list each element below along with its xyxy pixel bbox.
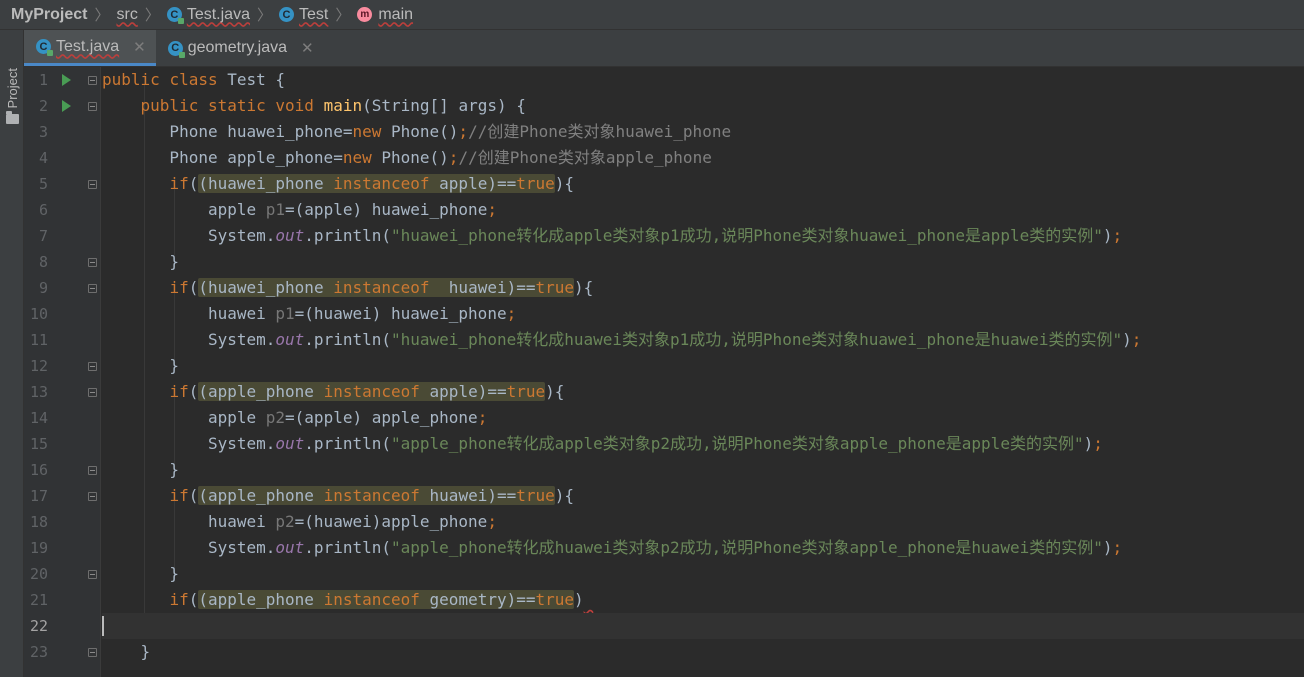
java-class-icon: C [167, 40, 185, 58]
editor-tabs: C Test.java ✕ C geometry.java ✕ [24, 30, 1304, 67]
run-icon[interactable] [62, 74, 71, 86]
fold-icon[interactable] [88, 570, 97, 579]
line-number: 11 [29, 331, 48, 349]
line-number: 20 [29, 565, 48, 583]
breadcrumb-class[interactable]: C Test [277, 6, 330, 24]
line-number: 6 [38, 201, 48, 219]
breadcrumb-class-label: Test [298, 5, 329, 23]
fold-icon[interactable] [88, 492, 97, 501]
tab-label: Test.java [56, 37, 120, 55]
code-line[interactable]: if((huawei_phone instanceof apple)==true… [102, 171, 1304, 197]
code-line[interactable]: } [102, 353, 1304, 379]
line-number: 23 [29, 643, 48, 661]
line-number: 5 [38, 175, 48, 193]
line-number: 13 [29, 383, 48, 401]
code-line[interactable]: System.out.println("apple_phone转化成apple类… [102, 431, 1304, 457]
code-line[interactable]: if((apple_phone instanceof apple)==true)… [102, 379, 1304, 405]
fold-icon[interactable] [88, 76, 97, 85]
breadcrumb-file[interactable]: C Test.java [165, 6, 252, 24]
code-line[interactable]: if((apple_phone instanceof huawei)==true… [102, 483, 1304, 509]
editor-gutter: 1 2 3 4 5 6 7 8 9 10 11 12 13 14 15 16 1… [24, 67, 101, 677]
tab-geometry-java[interactable]: C geometry.java ✕ [156, 30, 324, 66]
line-number: 17 [29, 487, 48, 505]
code-line[interactable]: } [102, 457, 1304, 483]
code-line[interactable] [102, 613, 1304, 639]
breadcrumb-method-label: main [378, 5, 414, 23]
code-line[interactable]: if((huawei_phone instanceof huawei)==tru… [102, 275, 1304, 301]
breadcrumb: MyProject 〉 src 〉 C Test.java 〉 C Test 〉… [0, 0, 1304, 30]
line-number: 3 [38, 123, 48, 141]
code-line[interactable]: Phone apple_phone=new Phone();//创建Phone类… [102, 145, 1304, 171]
line-number: 18 [29, 513, 48, 531]
code-line[interactable]: public static void main(String[] args) { [102, 93, 1304, 119]
code-line[interactable]: } [102, 561, 1304, 587]
java-class-icon: C [166, 7, 184, 24]
line-number: 1 [38, 71, 48, 89]
breadcrumb-project[interactable]: MyProject [0, 6, 89, 24]
chevron-right-icon: 〉 [144, 7, 160, 24]
line-number: 2 [38, 97, 48, 115]
tab-test-java[interactable]: C Test.java ✕ [24, 30, 156, 66]
folder-icon [5, 111, 19, 125]
project-tool-window-button[interactable]: Project [1, 68, 23, 130]
line-number: 15 [29, 435, 48, 453]
line-number-current: 22 [29, 617, 48, 635]
code-line[interactable]: } [102, 639, 1304, 665]
chevron-right-icon: 〉 [256, 7, 272, 24]
fold-icon[interactable] [88, 466, 97, 475]
code-line[interactable]: apple p2=(apple) apple_phone; [102, 405, 1304, 431]
fold-icon[interactable] [88, 362, 97, 371]
code-line[interactable]: System.out.println("apple_phone转化成huawei… [102, 535, 1304, 561]
text-caret [102, 616, 104, 636]
tab-label: geometry.java [187, 39, 288, 56]
project-tool-window-label: Project [4, 68, 20, 109]
line-number: 14 [29, 409, 48, 427]
code-line[interactable]: apple p1=(apple) huawei_phone; [102, 197, 1304, 223]
chevron-right-icon: 〉 [94, 7, 110, 24]
fold-icon[interactable] [88, 284, 97, 293]
line-number: 4 [38, 149, 48, 167]
line-number: 21 [29, 591, 48, 609]
line-number: 10 [29, 305, 48, 323]
code-line[interactable]: if((apple_phone instanceof geometry)==tr… [102, 587, 1304, 613]
code-line[interactable]: huawei p2=(huawei)apple_phone; [102, 509, 1304, 535]
method-icon: m [357, 7, 373, 22]
tool-window-strip: Project [0, 30, 24, 677]
breadcrumb-src[interactable]: src [114, 6, 139, 24]
code-line[interactable]: System.out.println("huawei_phone转化成apple… [102, 223, 1304, 249]
breadcrumb-src-label: src [116, 5, 138, 23]
line-number: 19 [29, 539, 48, 557]
code-line[interactable]: } [102, 249, 1304, 275]
line-number: 16 [29, 461, 48, 479]
chevron-right-icon: 〉 [335, 7, 351, 24]
line-number: 9 [38, 279, 48, 297]
code-line[interactable]: Phone huawei_phone=new Phone();//创建Phone… [102, 119, 1304, 145]
breadcrumb-file-label: Test.java [186, 5, 250, 23]
line-number: 7 [38, 227, 48, 245]
run-icon[interactable] [62, 100, 71, 112]
fold-icon[interactable] [88, 648, 97, 657]
close-icon[interactable]: ✕ [297, 39, 318, 57]
code-line[interactable]: System.out.println("huawei_phone转化成huawe… [102, 327, 1304, 353]
code-line[interactable]: huawei p1=(huawei) huawei_phone; [102, 301, 1304, 327]
fold-icon[interactable] [88, 180, 97, 189]
fold-icon[interactable] [88, 258, 97, 267]
fold-icon[interactable] [88, 102, 97, 111]
code-area[interactable]: public class Test { public static void m… [102, 67, 1304, 677]
java-class-icon: C [278, 7, 294, 22]
java-class-icon: C [36, 39, 53, 56]
fold-icon[interactable] [88, 388, 97, 397]
code-line[interactable]: public class Test { [102, 67, 1304, 93]
close-icon[interactable]: ✕ [129, 38, 150, 56]
line-number: 12 [29, 357, 48, 375]
line-number: 8 [38, 253, 48, 271]
breadcrumb-method[interactable]: m main [355, 6, 415, 24]
code-editor[interactable]: 1 2 3 4 5 6 7 8 9 10 11 12 13 14 15 16 1… [24, 67, 1304, 677]
